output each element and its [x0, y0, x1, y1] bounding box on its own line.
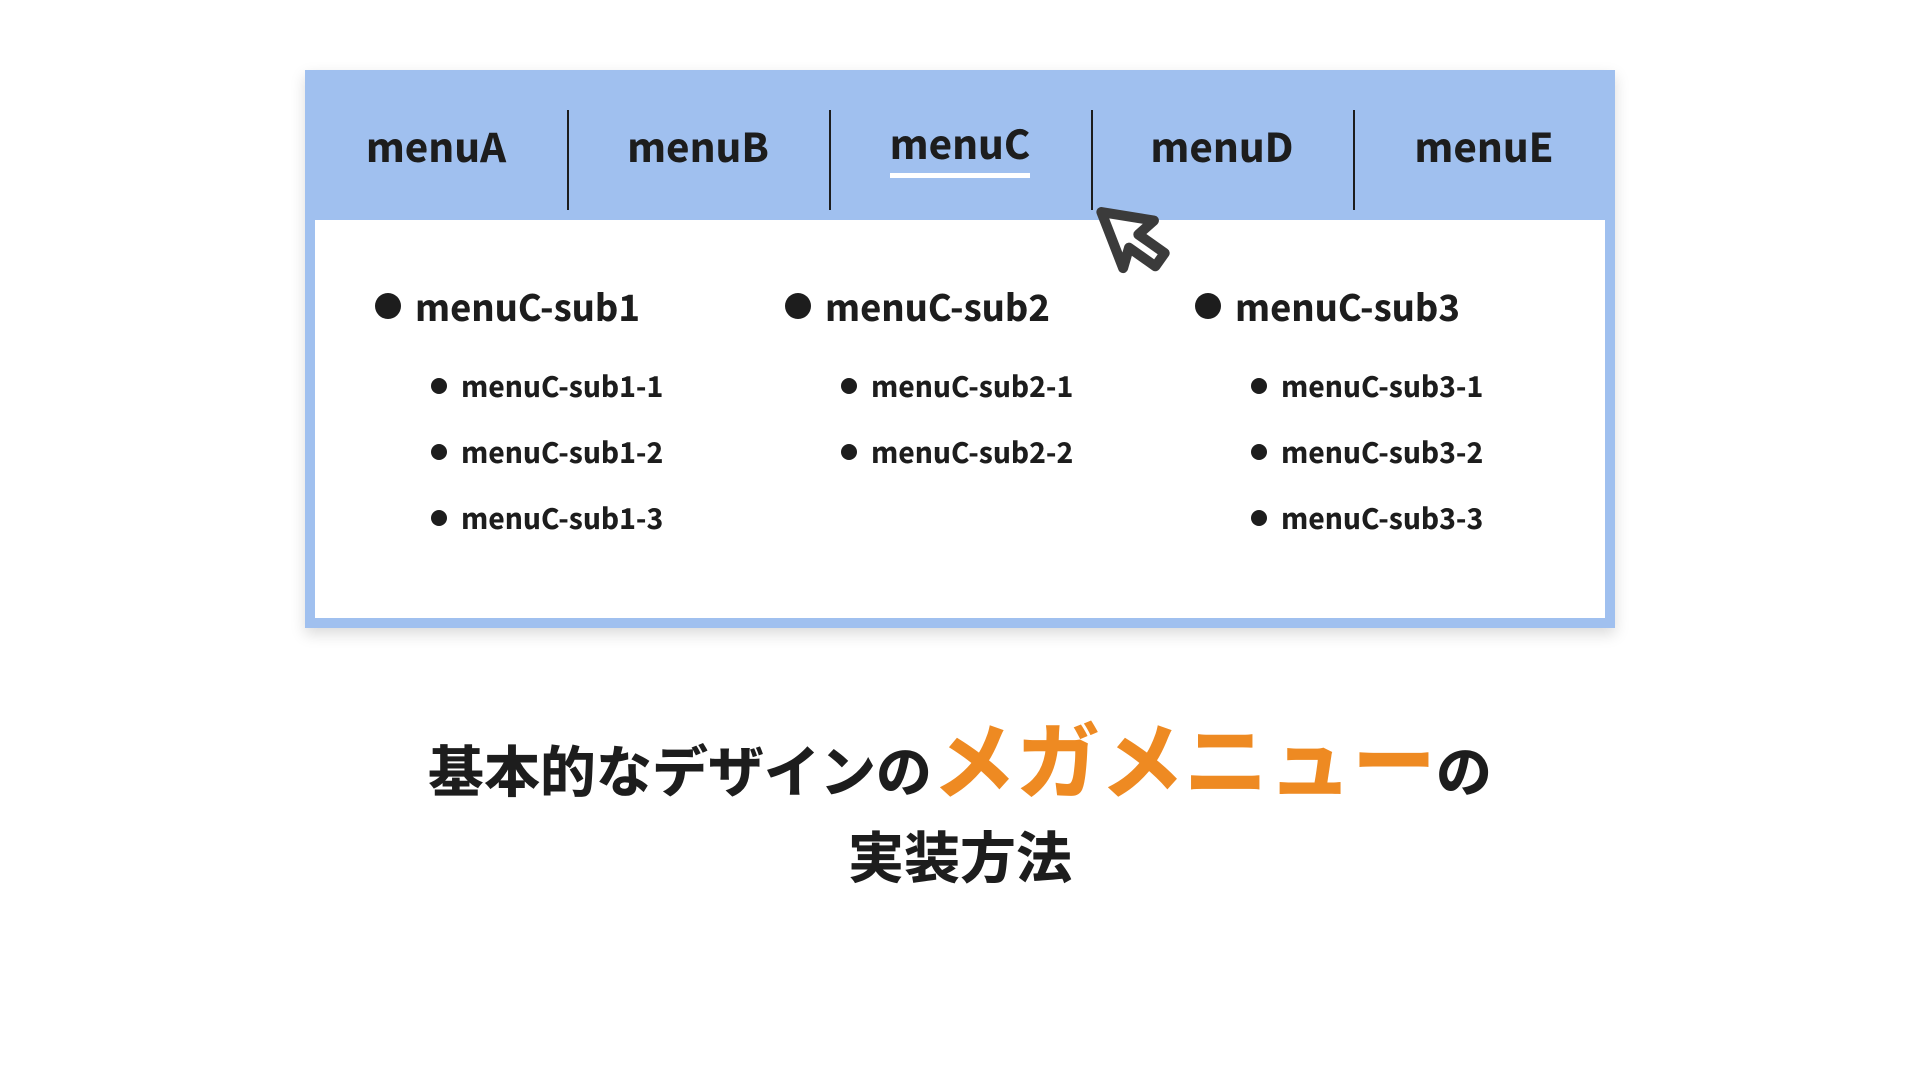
caption-text: の	[1436, 728, 1492, 809]
panel-sub-item[interactable]: menuC-sub3-2	[1251, 432, 1545, 472]
panel-sub-item[interactable]: menuC-sub1-1	[431, 366, 725, 406]
nav-label: menuA	[366, 116, 506, 174]
nav-item-c[interactable]: menuC	[829, 70, 1091, 220]
panel-sub-label: menuC-sub2-2	[871, 432, 1073, 472]
panel-sub-item[interactable]: menuC-sub2-1	[841, 366, 1135, 406]
panel-column-title: menuC-sub2	[825, 280, 1050, 332]
panel-sub-list: menuC-sub1-1 menuC-sub1-2 menuC-sub1-3	[375, 366, 725, 538]
nav-item-a[interactable]: menuA	[305, 70, 567, 220]
nav-bar: menuA menuB menuC menuD menuE	[305, 70, 1615, 220]
bullet-icon	[841, 444, 857, 460]
bullet-icon	[431, 444, 447, 460]
nav-label: menuE	[1414, 116, 1553, 174]
panel-sub-label: menuC-sub2-1	[871, 366, 1073, 406]
panel-sub-item[interactable]: menuC-sub1-2	[431, 432, 725, 472]
panel-column-header[interactable]: menuC-sub2	[785, 280, 1135, 332]
bullet-icon	[431, 378, 447, 394]
panel-column-header[interactable]: menuC-sub1	[375, 280, 725, 332]
panel-sub-list: menuC-sub2-1 menuC-sub2-2	[785, 366, 1135, 472]
panel-sub-label: menuC-sub3-3	[1281, 498, 1483, 538]
bullet-icon	[1195, 293, 1221, 319]
panel-sub-item[interactable]: menuC-sub2-2	[841, 432, 1135, 472]
panel-sub-label: menuC-sub3-2	[1281, 432, 1483, 472]
panel-sub-label: menuC-sub1-2	[461, 432, 663, 472]
caption-highlight: メガメニュー	[932, 696, 1436, 817]
panel-sub-label: menuC-sub3-1	[1281, 366, 1483, 406]
panel-sub-label: menuC-sub1-3	[461, 498, 663, 538]
caption: 基本的なデザインのメガメニューの 実装方法	[428, 698, 1492, 894]
panel-column-title: menuC-sub3	[1235, 280, 1460, 332]
panel-sub-item[interactable]: menuC-sub1-3	[431, 498, 725, 538]
bullet-icon	[1251, 444, 1267, 460]
panel-column-title: menuC-sub1	[415, 280, 640, 332]
panel-column: menuC-sub2 menuC-sub2-1 menuC-sub2-2	[785, 280, 1135, 538]
nav-item-b[interactable]: menuB	[567, 70, 829, 220]
nav-item-d[interactable]: menuD	[1091, 70, 1353, 220]
caption-line-1: 基本的なデザインのメガメニューの	[428, 698, 1492, 816]
caption-text: 基本的なデザインの	[428, 728, 932, 809]
panel-column-header[interactable]: menuC-sub3	[1195, 280, 1545, 332]
bullet-icon	[785, 293, 811, 319]
bullet-icon	[431, 510, 447, 526]
bullet-icon	[1251, 510, 1267, 526]
bullet-icon	[375, 293, 401, 319]
mega-menu-panel: menuC-sub1 menuC-sub1-1 menuC-sub1-2 men…	[305, 220, 1615, 628]
mega-menu-mock: menuA menuB menuC menuD menuE m	[305, 70, 1615, 628]
nav-label: menuD	[1150, 116, 1293, 174]
nav-label: menuC	[890, 113, 1031, 178]
panel-sub-item[interactable]: menuC-sub3-3	[1251, 498, 1545, 538]
panel-sub-item[interactable]: menuC-sub3-1	[1251, 366, 1545, 406]
caption-line-2: 実装方法	[428, 816, 1492, 894]
nav-item-e[interactable]: menuE	[1353, 70, 1615, 220]
panel-sub-label: menuC-sub1-1	[461, 366, 663, 406]
bullet-icon	[1251, 378, 1267, 394]
panel-column: menuC-sub3 menuC-sub3-1 menuC-sub3-2 men…	[1195, 280, 1545, 538]
panel-sub-list: menuC-sub3-1 menuC-sub3-2 menuC-sub3-3	[1195, 366, 1545, 538]
bullet-icon	[841, 378, 857, 394]
nav-label: menuB	[627, 116, 769, 174]
panel-column: menuC-sub1 menuC-sub1-1 menuC-sub1-2 men…	[375, 280, 725, 538]
